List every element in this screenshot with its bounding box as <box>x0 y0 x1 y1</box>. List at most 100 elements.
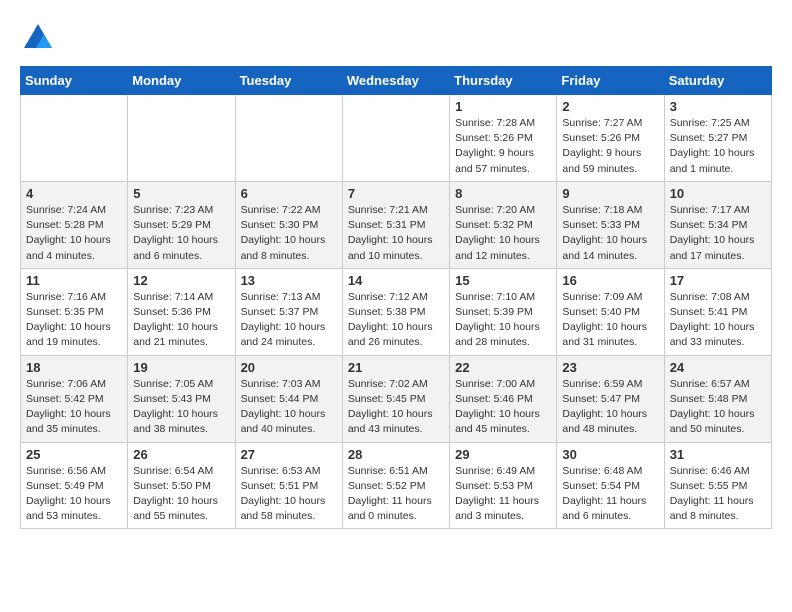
day-of-week-header: Thursday <box>450 67 557 95</box>
day-number: 2 <box>562 99 658 114</box>
day-info: Sunrise: 7:25 AMSunset: 5:27 PMDaylight:… <box>670 116 766 177</box>
day-number: 8 <box>455 186 551 201</box>
day-of-week-header: Monday <box>128 67 235 95</box>
day-info: Sunrise: 7:10 AMSunset: 5:39 PMDaylight:… <box>455 290 551 351</box>
day-number: 14 <box>348 273 444 288</box>
day-info: Sunrise: 6:46 AMSunset: 5:55 PMDaylight:… <box>670 464 766 525</box>
day-info: Sunrise: 7:27 AMSunset: 5:26 PMDaylight:… <box>562 116 658 177</box>
page-header <box>20 20 772 56</box>
day-number: 28 <box>348 447 444 462</box>
calendar-cell: 14 Sunrise: 7:12 AMSunset: 5:38 PMDayligh… <box>342 268 449 355</box>
day-number: 3 <box>670 99 766 114</box>
calendar-cell: 27 Sunrise: 6:53 AMSunset: 5:51 PMDayligh… <box>235 442 342 529</box>
logo <box>20 20 60 56</box>
calendar-cell: 16 Sunrise: 7:09 AMSunset: 5:40 PMDayligh… <box>557 268 664 355</box>
day-number: 9 <box>562 186 658 201</box>
day-info: Sunrise: 6:48 AMSunset: 5:54 PMDaylight:… <box>562 464 658 525</box>
day-number: 10 <box>670 186 766 201</box>
day-info: Sunrise: 6:56 AMSunset: 5:49 PMDaylight:… <box>26 464 122 525</box>
day-number: 7 <box>348 186 444 201</box>
day-number: 4 <box>26 186 122 201</box>
calendar-cell <box>128 95 235 182</box>
calendar-cell: 12 Sunrise: 7:14 AMSunset: 5:36 PMDayligh… <box>128 268 235 355</box>
day-info: Sunrise: 7:05 AMSunset: 5:43 PMDaylight:… <box>133 377 229 438</box>
calendar-cell: 19 Sunrise: 7:05 AMSunset: 5:43 PMDayligh… <box>128 355 235 442</box>
day-number: 18 <box>26 360 122 375</box>
calendar-cell: 20Sunrise: 7:03 AMSunset: 5:44 PMDayligh… <box>235 355 342 442</box>
day-of-week-header: Wednesday <box>342 67 449 95</box>
day-info: Sunrise: 6:54 AMSunset: 5:50 PMDaylight:… <box>133 464 229 525</box>
day-info: Sunrise: 7:18 AMSunset: 5:33 PMDaylight:… <box>562 203 658 264</box>
calendar-header-row: SundayMondayTuesdayWednesdayThursdayFrid… <box>21 67 772 95</box>
day-info: Sunrise: 7:08 AMSunset: 5:41 PMDaylight:… <box>670 290 766 351</box>
day-number: 15 <box>455 273 551 288</box>
day-of-week-header: Saturday <box>664 67 771 95</box>
day-number: 12 <box>133 273 229 288</box>
calendar-cell: 1 Sunrise: 7:28 AMSunset: 5:26 PMDaylight… <box>450 95 557 182</box>
day-number: 25 <box>26 447 122 462</box>
day-number: 29 <box>455 447 551 462</box>
day-info: Sunrise: 7:17 AMSunset: 5:34 PMDaylight:… <box>670 203 766 264</box>
calendar-cell <box>21 95 128 182</box>
day-info: Sunrise: 7:12 AMSunset: 5:38 PMDaylight:… <box>348 290 444 351</box>
calendar-cell: 2 Sunrise: 7:27 AMSunset: 5:26 PMDaylight… <box>557 95 664 182</box>
day-info: Sunrise: 6:51 AMSunset: 5:52 PMDaylight:… <box>348 464 444 525</box>
day-number: 1 <box>455 99 551 114</box>
day-number: 30 <box>562 447 658 462</box>
day-info: Sunrise: 7:06 AMSunset: 5:42 PMDaylight:… <box>26 377 122 438</box>
day-info: Sunrise: 7:00 AMSunset: 5:46 PMDaylight:… <box>455 377 551 438</box>
day-info: Sunrise: 7:14 AMSunset: 5:36 PMDaylight:… <box>133 290 229 351</box>
calendar-cell: 6Sunrise: 7:22 AMSunset: 5:30 PMDaylight… <box>235 181 342 268</box>
calendar-cell: 21 Sunrise: 7:02 AMSunset: 5:45 PMDayligh… <box>342 355 449 442</box>
day-number: 19 <box>133 360 229 375</box>
day-number: 13 <box>241 273 337 288</box>
day-number: 6 <box>241 186 337 201</box>
day-info: Sunrise: 7:20 AMSunset: 5:32 PMDaylight:… <box>455 203 551 264</box>
day-number: 31 <box>670 447 766 462</box>
calendar-cell: 9 Sunrise: 7:18 AMSunset: 5:33 PMDaylight… <box>557 181 664 268</box>
day-info: Sunrise: 7:23 AMSunset: 5:29 PMDaylight:… <box>133 203 229 264</box>
day-info: Sunrise: 7:02 AMSunset: 5:45 PMDaylight:… <box>348 377 444 438</box>
calendar-cell: 24 Sunrise: 6:57 AMSunset: 5:48 PMDayligh… <box>664 355 771 442</box>
calendar-cell: 7 Sunrise: 7:21 AMSunset: 5:31 PMDaylight… <box>342 181 449 268</box>
calendar-cell: 10 Sunrise: 7:17 AMSunset: 5:34 PMDayligh… <box>664 181 771 268</box>
calendar-cell: 5 Sunrise: 7:23 AMSunset: 5:29 PMDaylight… <box>128 181 235 268</box>
day-number: 27 <box>241 447 337 462</box>
day-number: 16 <box>562 273 658 288</box>
calendar-cell: 8 Sunrise: 7:20 AMSunset: 5:32 PMDaylight… <box>450 181 557 268</box>
day-info: Sunrise: 7:21 AMSunset: 5:31 PMDaylight:… <box>348 203 444 264</box>
day-number: 23 <box>562 360 658 375</box>
day-info: Sunrise: 7:24 AMSunset: 5:28 PMDaylight:… <box>26 203 122 264</box>
calendar-week-row: 18 Sunrise: 7:06 AMSunset: 5:42 PMDayligh… <box>21 355 772 442</box>
calendar-week-row: 1 Sunrise: 7:28 AMSunset: 5:26 PMDaylight… <box>21 95 772 182</box>
calendar-week-row: 11Sunrise: 7:16 AMSunset: 5:35 PMDayligh… <box>21 268 772 355</box>
logo-icon <box>20 20 56 56</box>
calendar-cell: 29 Sunrise: 6:49 AMSunset: 5:53 PMDayligh… <box>450 442 557 529</box>
calendar-cell: 23Sunrise: 6:59 AMSunset: 5:47 PMDayligh… <box>557 355 664 442</box>
day-info: Sunrise: 7:03 AMSunset: 5:44 PMDaylight:… <box>241 377 337 438</box>
calendar-cell: 28 Sunrise: 6:51 AMSunset: 5:52 PMDayligh… <box>342 442 449 529</box>
calendar-cell: 26Sunrise: 6:54 AMSunset: 5:50 PMDayligh… <box>128 442 235 529</box>
calendar-cell: 18 Sunrise: 7:06 AMSunset: 5:42 PMDayligh… <box>21 355 128 442</box>
calendar-cell <box>342 95 449 182</box>
calendar-week-row: 4 Sunrise: 7:24 AMSunset: 5:28 PMDaylight… <box>21 181 772 268</box>
calendar-week-row: 25 Sunrise: 6:56 AMSunset: 5:49 PMDayligh… <box>21 442 772 529</box>
day-number: 21 <box>348 360 444 375</box>
day-info: Sunrise: 6:53 AMSunset: 5:51 PMDaylight:… <box>241 464 337 525</box>
day-info: Sunrise: 7:28 AMSunset: 5:26 PMDaylight:… <box>455 116 551 177</box>
calendar-cell: 13Sunrise: 7:13 AMSunset: 5:37 PMDayligh… <box>235 268 342 355</box>
day-of-week-header: Sunday <box>21 67 128 95</box>
day-number: 11 <box>26 273 122 288</box>
calendar-cell: 25 Sunrise: 6:56 AMSunset: 5:49 PMDayligh… <box>21 442 128 529</box>
calendar-cell: 31 Sunrise: 6:46 AMSunset: 5:55 PMDayligh… <box>664 442 771 529</box>
day-of-week-header: Tuesday <box>235 67 342 95</box>
day-of-week-header: Friday <box>557 67 664 95</box>
day-number: 22 <box>455 360 551 375</box>
day-number: 17 <box>670 273 766 288</box>
calendar-cell: 4 Sunrise: 7:24 AMSunset: 5:28 PMDaylight… <box>21 181 128 268</box>
day-number: 5 <box>133 186 229 201</box>
day-info: Sunrise: 6:57 AMSunset: 5:48 PMDaylight:… <box>670 377 766 438</box>
day-info: Sunrise: 6:49 AMSunset: 5:53 PMDaylight:… <box>455 464 551 525</box>
day-info: Sunrise: 7:09 AMSunset: 5:40 PMDaylight:… <box>562 290 658 351</box>
day-number: 24 <box>670 360 766 375</box>
